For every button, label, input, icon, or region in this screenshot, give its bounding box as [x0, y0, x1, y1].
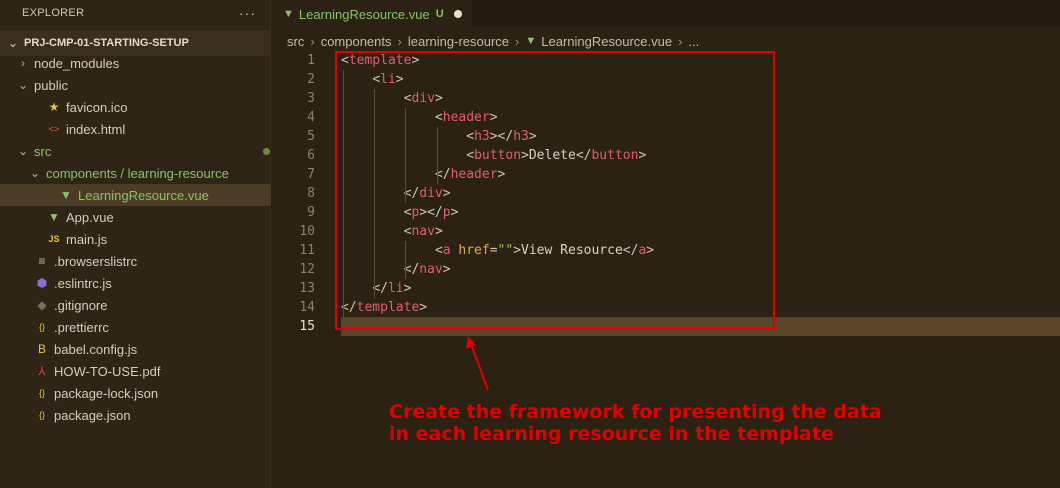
tree-item[interactable]: {} .prettierrc — [0, 316, 286, 338]
braces-icon: {} — [38, 388, 45, 398]
explorer-title: EXPLORER — [22, 7, 85, 19]
line-number: 7 — [307, 167, 315, 182]
line-number: 12 — [299, 262, 315, 277]
tree-item-label: components / learning-resource — [46, 165, 229, 181]
breadcrumb-more[interactable]: ... — [688, 34, 699, 49]
tree-item-label: HOW-TO-USE.pdf — [54, 363, 161, 379]
tree-item-label: LearningResource.vue — [78, 187, 209, 203]
tree-item[interactable]: › node_modules — [0, 52, 286, 74]
more-actions-icon[interactable]: ··· — [239, 5, 256, 21]
tree-item[interactable]: ⌄ components / learning-resource — [0, 162, 298, 184]
vue-icon: ▼ — [60, 188, 72, 202]
tab-bar: ▼ LearningResource.vue U — [271, 0, 1060, 27]
tree-item[interactable]: Bbabel.config.js — [0, 338, 286, 360]
chevron-right-icon: › — [310, 33, 315, 49]
tree-item-label: public — [34, 77, 68, 93]
tree-item-label: node_modules — [34, 55, 120, 71]
line-number: 15 — [299, 319, 315, 334]
tab-label: LearningResource.vue — [298, 6, 430, 22]
breadcrumb-src[interactable]: src — [287, 34, 304, 49]
line-number: 10 — [299, 224, 315, 239]
tree-item[interactable]: {} package.json — [0, 404, 286, 426]
braces-icon: {} — [38, 322, 45, 332]
tree-item[interactable]: <> index.html — [0, 118, 298, 140]
line-number: 2 — [307, 72, 315, 87]
breadcrumb-file[interactable]: LearningResource.vue — [541, 34, 672, 49]
tree-item-label: App.vue — [66, 209, 114, 225]
tree-item[interactable]: ≡ .browserslistrc — [0, 250, 286, 272]
vue-icon: ▼ — [283, 8, 294, 20]
line-number: 13 — [299, 281, 315, 296]
tree-item-label: .prettierrc — [54, 319, 109, 335]
line-number: 1 — [307, 53, 315, 68]
tree-item-label: index.html — [66, 121, 126, 137]
line-number: 4 — [307, 110, 315, 125]
tree-item[interactable]: JS main.js — [0, 228, 298, 250]
line-number: 14 — [299, 300, 315, 315]
tree-item-label: favicon.ico — [66, 99, 128, 115]
chevron-right-icon: › — [678, 33, 683, 49]
project-name: PRJ-CMP-01-STARTING-SETUP — [24, 37, 189, 49]
highlight-box — [335, 51, 775, 330]
star-icon: ★ — [48, 100, 60, 114]
annotation-text: Create the framework for presenting the … — [389, 401, 882, 445]
chevron-right-icon: › — [21, 56, 25, 70]
vue-icon: ▼ — [48, 210, 60, 224]
line-number: 5 — [307, 129, 315, 144]
tree-item[interactable]: ▼LearningResource.vueU — [0, 184, 310, 206]
tree-item-label: main.js — [66, 231, 108, 247]
explorer-header: EXPLORER ··· — [0, 0, 270, 26]
line-number: 11 — [299, 243, 315, 258]
tree-item-label: .eslintrc.js — [54, 275, 112, 291]
list-icon: ≡ — [38, 254, 46, 268]
tree-item-label: .gitignore — [54, 297, 108, 313]
tree-item[interactable]: ★ favicon.ico — [0, 96, 298, 118]
git-icon: ◆ — [37, 298, 47, 312]
tree-item-label: package-lock.json — [54, 385, 159, 401]
modified-dot-icon — [263, 147, 270, 155]
breadcrumb-components[interactable]: components — [321, 34, 392, 49]
explorer-sidebar: EXPLORER ··· ⌄ PRJ-CMP-01-STARTING-SETUP… — [0, 0, 310, 488]
chevron-down-icon: ⌄ — [17, 78, 29, 92]
tree-item-label: src — [34, 143, 52, 159]
chevron-down-icon: ⌄ — [7, 36, 19, 50]
annotation-line-2: in each learning resource in the templat… — [389, 423, 834, 445]
tab-learningresource-vue[interactable]: ▼ LearningResource.vue U — [271, 0, 472, 27]
tree-item[interactable]: ▼ App.vue — [0, 206, 298, 228]
tree-item-label: package.json — [54, 407, 131, 423]
html-icon: <> — [48, 124, 60, 134]
tree-item[interactable]: ⅄ HOW-TO-USE.pdf — [0, 360, 286, 382]
tree-item[interactable]: ◆ .gitignore — [0, 294, 286, 316]
vue-icon: ▼ — [525, 35, 537, 47]
chevron-down-icon: ⌄ — [29, 166, 41, 180]
tree-item[interactable]: {} package-lock.json — [0, 382, 286, 404]
annotation-line-1: Create the framework for presenting the … — [389, 401, 882, 423]
js-icon: JS — [48, 234, 60, 244]
line-number: 3 — [307, 91, 315, 106]
tree-item[interactable]: ⌄ public — [0, 74, 286, 96]
tree-item[interactable]: ⌄ src — [0, 140, 286, 162]
chevron-right-icon: › — [515, 33, 520, 49]
line-number: 9 — [307, 205, 315, 220]
pdf-icon: ⅄ — [38, 364, 46, 378]
eslint-icon: ⬢ — [36, 276, 48, 290]
line-number: 6 — [307, 148, 315, 163]
unsaved-dot-icon[interactable] — [453, 10, 462, 18]
chevron-down-icon: ⌄ — [17, 144, 29, 158]
tree-item-label: .browserslistrc — [54, 253, 138, 269]
annotation-arrow — [466, 336, 489, 391]
braces-icon: {} — [38, 410, 45, 420]
untracked-badge: U — [435, 8, 444, 20]
tree-item[interactable]: ⬢ .eslintrc.js — [0, 272, 286, 294]
babel-icon: B — [37, 342, 46, 356]
breadcrumb-learning-resource[interactable]: learning-resource — [408, 34, 509, 49]
chevron-right-icon: › — [397, 33, 402, 49]
tree-item-label: babel.config.js — [54, 341, 138, 357]
line-number: 8 — [307, 186, 315, 201]
